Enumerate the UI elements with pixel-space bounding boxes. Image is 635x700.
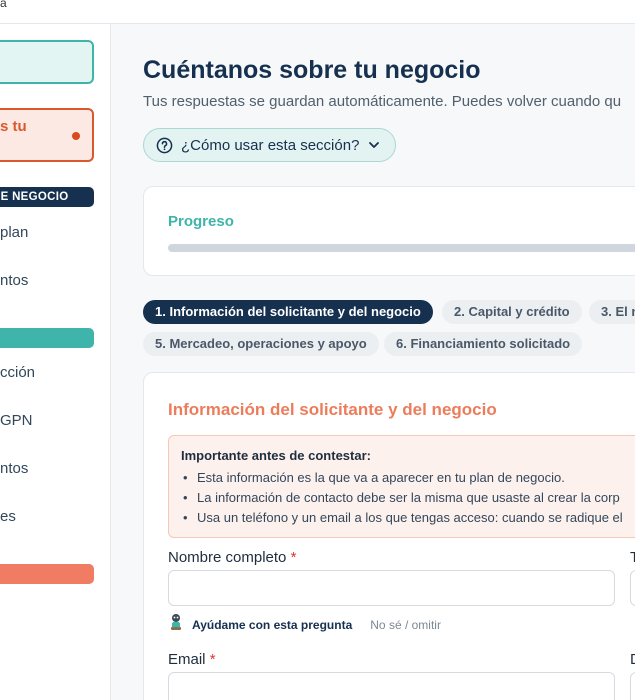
sidebar-item-gpn[interactable]: GPN: [0, 412, 33, 429]
tab-applicant-business[interactable]: 1. Información del solicitante y del neg…: [143, 300, 433, 324]
question-helper-row: Ayúdame con esta pregunta No sé / omitir: [168, 613, 441, 636]
form-card: Información del solicitante y del negoci…: [143, 372, 635, 700]
sidebar-section-bar-teal: [0, 328, 94, 348]
full-name-label-text: Nombre completo: [168, 549, 287, 566]
chevron-down-icon: [367, 138, 381, 152]
full-name-label: Nombre completo *: [168, 549, 296, 566]
help-section-button[interactable]: ¿Cómo usar esta sección?: [143, 128, 397, 162]
sidebar-item-ntos-2[interactable]: ntos: [0, 460, 28, 477]
sidebar: s tu DE NEGOCIO plan ntos cción GPN ntos…: [0, 24, 111, 700]
page-subtitle: Tus respuestas se guardan automáticament…: [143, 93, 622, 110]
full-name-input[interactable]: [168, 570, 615, 606]
tab-financing-requested[interactable]: 6. Financiamiento solicitado: [384, 332, 583, 356]
email-label: Email *: [168, 651, 216, 668]
right-column-input[interactable]: [630, 570, 635, 606]
sidebar-item-alert[interactable]: s tu: [0, 108, 94, 162]
notice-title: Importante antes de contestar:: [181, 448, 371, 463]
email-input[interactable]: [168, 672, 615, 700]
form-section-title: Información del solicitante y del negoci…: [168, 400, 497, 419]
tab-section-3[interactable]: 3. El n: [589, 300, 635, 324]
sidebar-section-bar-orange[interactable]: [0, 564, 94, 584]
helper-mascot-icon: [168, 613, 184, 636]
sidebar-section-header: DE NEGOCIO: [0, 187, 94, 207]
progress-label: Progreso: [168, 213, 234, 230]
sidebar-item-ccion[interactable]: cción: [0, 364, 35, 381]
alert-dot-icon: [72, 132, 80, 140]
help-section-label: ¿Cómo usar esta sección?: [181, 136, 360, 154]
progress-card: Progreso: [143, 186, 635, 276]
page-title: Cuéntanos sobre tu negocio: [143, 56, 481, 84]
required-mark: *: [209, 651, 216, 668]
notice-item: La información de contacto debe ser la m…: [181, 488, 623, 508]
sidebar-item-es[interactable]: es: [0, 508, 16, 525]
sidebar-item-current[interactable]: [0, 40, 94, 84]
notice-item: Esta información es la que va a aparecer…: [181, 468, 623, 488]
help-with-question-link[interactable]: Ayúdame con esta pregunta: [192, 618, 352, 632]
main-content: Cuéntanos sobre tu negocio Tus respuesta…: [111, 24, 635, 700]
right-column-label: T: [630, 549, 635, 566]
required-mark: *: [290, 549, 297, 566]
progress-bar: [168, 244, 635, 252]
right-column-label-2: D: [630, 651, 635, 668]
top-bar-cut-text: a: [0, 0, 7, 10]
sidebar-item-alert-label: s tu: [0, 118, 27, 135]
sidebar-item-plan[interactable]: plan: [0, 224, 28, 241]
right-column-input-2[interactable]: [630, 672, 635, 700]
top-bar: a: [0, 0, 635, 24]
tab-marketing-operations[interactable]: 5. Mercadeo, operaciones y apoyo: [143, 332, 379, 356]
important-notice: Importante antes de contestar: Esta info…: [168, 435, 635, 538]
sidebar-item-ntos[interactable]: ntos: [0, 272, 28, 289]
question-circle-icon: [156, 137, 173, 154]
email-label-text: Email: [168, 651, 206, 668]
notice-list: Esta información es la que va a aparecer…: [181, 468, 623, 528]
notice-item: Usa un teléfono y un email a los que ten…: [181, 508, 623, 528]
tab-capital-credit[interactable]: 2. Capital y crédito: [442, 300, 582, 324]
skip-question-link[interactable]: No sé / omitir: [370, 618, 441, 632]
